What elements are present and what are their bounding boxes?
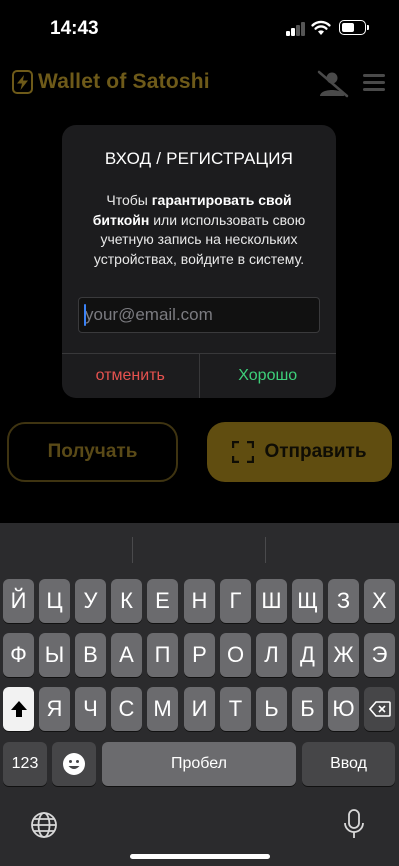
cancel-label: отменить: [95, 367, 165, 384]
key[interactable]: Ж: [328, 633, 359, 677]
suggestion-divider: [265, 537, 266, 563]
globe-icon[interactable]: [30, 811, 58, 839]
home-indicator: [130, 854, 270, 859]
cellular-signal-icon: [286, 22, 306, 36]
key[interactable]: Н: [184, 579, 215, 623]
battery-icon: [339, 20, 369, 35]
key[interactable]: Ч: [75, 687, 106, 731]
key[interactable]: Д: [292, 633, 323, 677]
key[interactable]: Р: [184, 633, 215, 677]
key[interactable]: Г: [220, 579, 251, 623]
receive-button[interactable]: Получать: [7, 422, 178, 482]
numbers-key[interactable]: 123: [3, 742, 47, 786]
suggestion-divider: [132, 537, 133, 563]
key[interactable]: Ф: [3, 633, 34, 677]
key[interactable]: Л: [256, 633, 287, 677]
dialog-title: ВХОД / РЕГИСТРАЦИЯ: [104, 149, 294, 168]
key[interactable]: Ь: [256, 687, 287, 731]
menu-icon[interactable]: [363, 74, 385, 91]
lightning-logo-icon: [12, 70, 33, 94]
ok-button[interactable]: Хорошо: [200, 354, 337, 398]
key[interactable]: Ы: [39, 633, 70, 677]
key[interactable]: С: [111, 687, 142, 731]
login-dialog: ВХОД / РЕГИСТРАЦИЯ Чтобы гарантировать с…: [62, 125, 336, 398]
key[interactable]: Ю: [328, 687, 359, 731]
key[interactable]: Б: [292, 687, 323, 731]
key[interactable]: З: [328, 579, 359, 623]
key[interactable]: Й: [3, 579, 34, 623]
status-bar: 14:43: [0, 0, 399, 58]
send-button[interactable]: Отправить: [207, 422, 392, 482]
app-title: Wallet of Satoshi: [38, 70, 210, 93]
user-signed-out-icon[interactable]: [317, 70, 349, 98]
message-prefix: Чтобы: [106, 192, 152, 208]
key[interactable]: О: [220, 633, 251, 677]
space-key[interactable]: Пробел: [102, 742, 296, 786]
key[interactable]: В: [75, 633, 106, 677]
key[interactable]: Ш: [256, 579, 287, 623]
status-time: 14:43: [50, 18, 99, 39]
key[interactable]: Х: [364, 579, 395, 623]
backspace-key[interactable]: [364, 687, 395, 731]
key[interactable]: М: [147, 687, 178, 731]
cancel-button[interactable]: отменить: [62, 354, 200, 398]
key[interactable]: Е: [147, 579, 178, 623]
scan-icon: [232, 441, 255, 463]
key[interactable]: У: [75, 579, 106, 623]
text-caret: [84, 304, 86, 326]
key[interactable]: А: [111, 633, 142, 677]
key[interactable]: Щ: [292, 579, 323, 623]
ok-label: Хорошо: [238, 367, 298, 384]
dialog-message: Чтобы гарантировать свой биткойн или исп…: [80, 191, 318, 269]
shift-icon: [10, 701, 27, 717]
key[interactable]: П: [147, 633, 178, 677]
emoji-key[interactable]: [52, 742, 96, 786]
return-key[interactable]: Ввод: [302, 742, 395, 786]
backspace-icon: [368, 701, 391, 717]
keyboard: Й Ц У К Е Н Г Ш Щ З Х Ф Ы В А П Р О Л Д …: [0, 523, 399, 866]
key[interactable]: Я: [39, 687, 70, 731]
shift-key[interactable]: [3, 687, 34, 731]
key[interactable]: Ц: [39, 579, 70, 623]
emoji-icon: [63, 753, 85, 775]
key[interactable]: И: [184, 687, 215, 731]
key[interactable]: Э: [364, 633, 395, 677]
key[interactable]: Т: [220, 687, 251, 731]
dialog-actions: отменить Хорошо: [62, 353, 336, 398]
email-input[interactable]: [78, 297, 320, 333]
wifi-icon: [311, 20, 331, 35]
send-label: Отправить: [264, 441, 367, 462]
receive-label: Получать: [47, 441, 138, 462]
microphone-icon[interactable]: [342, 808, 366, 840]
key[interactable]: К: [111, 579, 142, 623]
